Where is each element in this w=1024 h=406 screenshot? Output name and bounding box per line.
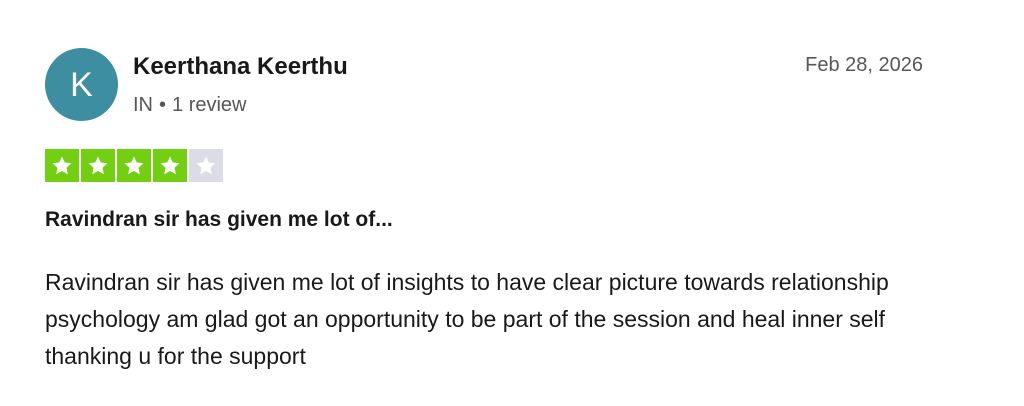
filled-star	[117, 149, 151, 182]
filled-star	[81, 149, 115, 182]
star-icon	[160, 156, 180, 174]
meta-separator: •	[159, 94, 167, 116]
reviewer-name[interactable]: Keerthana Keerthu	[133, 53, 348, 81]
filled-star	[45, 149, 79, 182]
review-card: K Keerthana Keerthu IN • 1 review Feb 28, …	[0, 0, 1024, 406]
star-rating	[45, 149, 223, 182]
avatar-initial: K	[70, 65, 93, 104]
reviewer-review-count: 1 review	[172, 94, 247, 116]
star-icon	[124, 156, 144, 174]
reviewer-meta: IN • 1 review	[133, 93, 247, 117]
reviewer-avatar[interactable]: K	[45, 48, 118, 121]
star-icon	[52, 156, 72, 174]
empty-star	[189, 149, 223, 182]
filled-star	[153, 149, 187, 182]
review-body: Ravindran sir has given me lot of insigh…	[45, 269, 889, 369]
reviewer-country: IN	[133, 94, 153, 116]
star-icon	[88, 156, 108, 174]
review-title[interactable]: Ravindran sir has given me lot of...	[45, 206, 393, 234]
star-icon	[196, 156, 216, 174]
review-date: Feb 28, 2026	[805, 54, 923, 76]
